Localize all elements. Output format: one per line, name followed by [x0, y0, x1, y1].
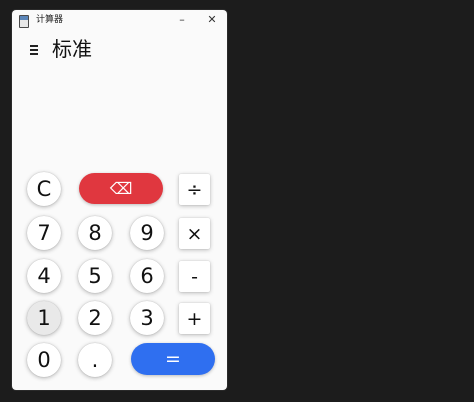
digit-7-button[interactable]: 7 [27, 216, 61, 250]
close-button[interactable]: ✕ [204, 13, 220, 27]
subtract-button[interactable]: - [179, 261, 210, 292]
digit-8-button[interactable]: 8 [78, 216, 112, 250]
digit-9-button[interactable]: 9 [130, 216, 164, 250]
digit-5-button[interactable]: 5 [78, 259, 112, 293]
add-button[interactable]: + [179, 303, 210, 334]
clear-button[interactable]: C [27, 172, 61, 206]
hamburger-menu-icon[interactable] [28, 42, 42, 56]
window-title: 计算器 [36, 15, 64, 25]
decimal-button[interactable]: . [78, 343, 112, 377]
backspace-button[interactable]: ⌫ [79, 173, 163, 204]
equals-button[interactable]: = [131, 343, 215, 375]
digit-0-button[interactable]: 0 [27, 343, 61, 377]
mode-title: 标准 [52, 37, 92, 61]
digit-2-button[interactable]: 2 [78, 301, 112, 335]
title-bar[interactable]: 计算器 – ✕ [12, 10, 227, 32]
calculator-window: 计算器 – ✕ 标准 C ⌫ ÷ 7 8 9 × 4 5 6 - 1 2 3 +… [12, 10, 227, 390]
multiply-button[interactable]: × [179, 218, 210, 249]
divide-button[interactable]: ÷ [179, 174, 210, 205]
digit-1-button[interactable]: 1 [27, 301, 61, 335]
calculator-app-icon [19, 15, 29, 28]
minimize-button[interactable]: – [174, 13, 190, 27]
digit-3-button[interactable]: 3 [130, 301, 164, 335]
digit-4-button[interactable]: 4 [27, 259, 61, 293]
digit-6-button[interactable]: 6 [130, 259, 164, 293]
